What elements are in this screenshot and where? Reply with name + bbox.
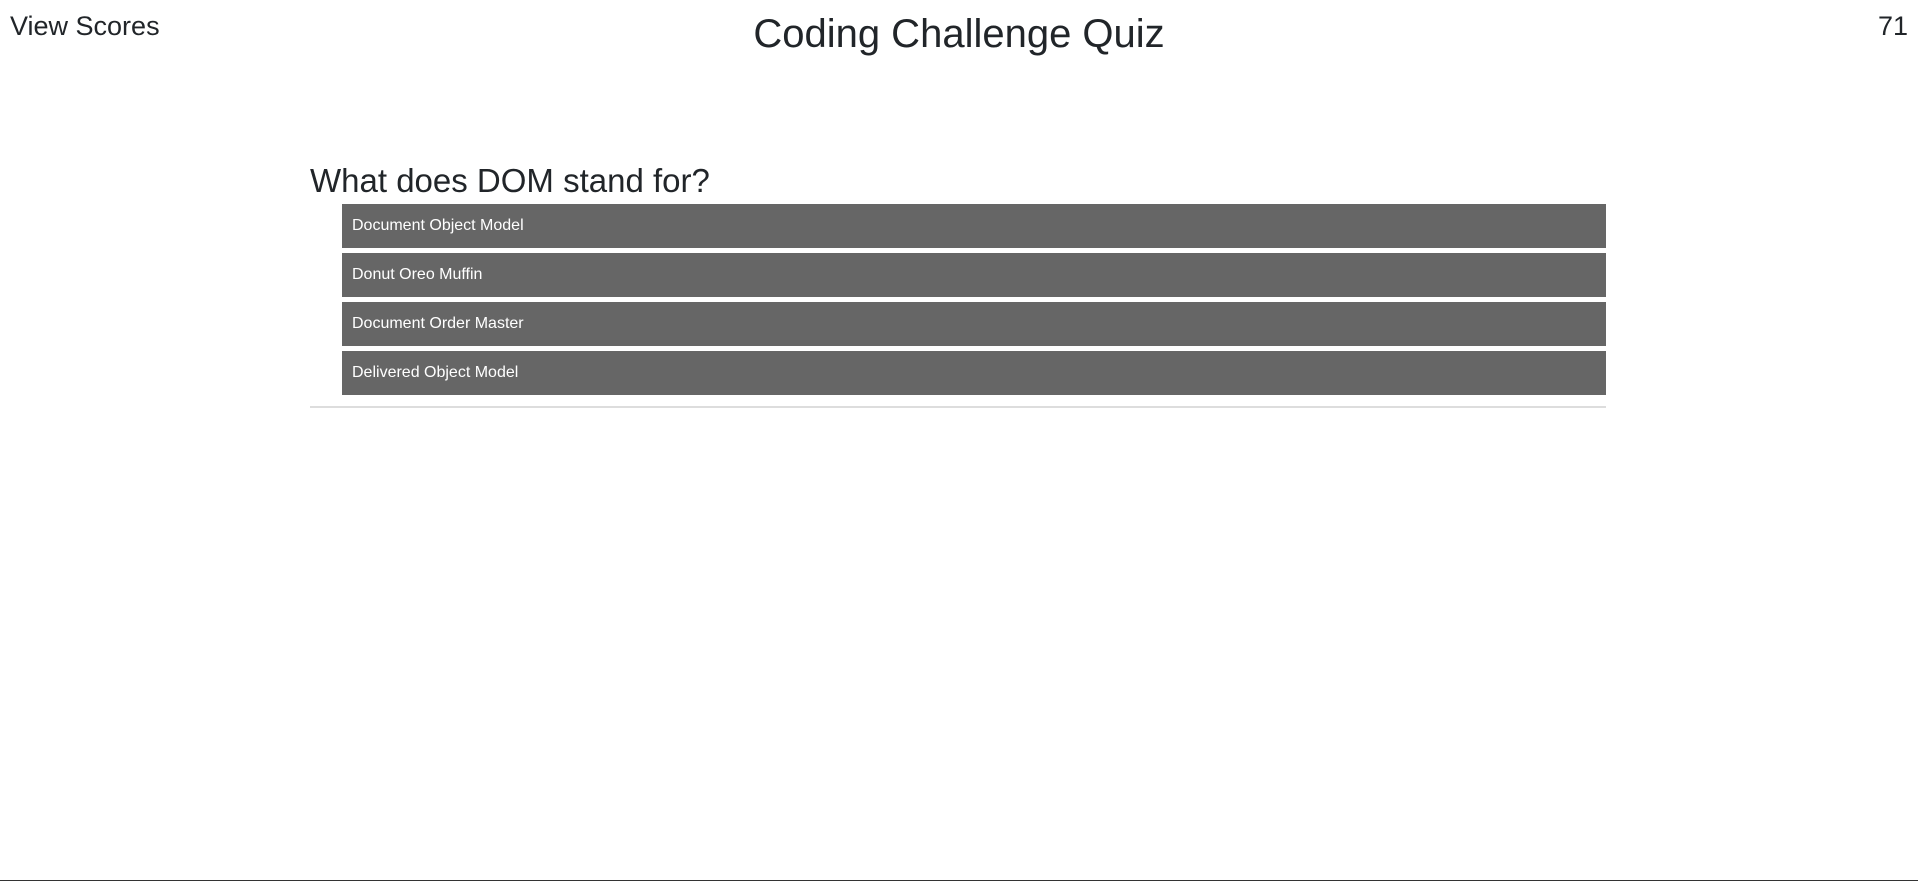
- question-text: What does DOM stand for?: [310, 162, 710, 199]
- answer-button[interactable]: Donut Oreo Muffin: [342, 253, 1606, 297]
- header: View Scores Coding Challenge Quiz 71: [0, 0, 1918, 70]
- answer-button[interactable]: Delivered Object Model: [342, 351, 1606, 395]
- answer-button[interactable]: Document Object Model: [342, 204, 1606, 248]
- divider: [310, 406, 1606, 408]
- answer-button[interactable]: Document Order Master: [342, 302, 1606, 346]
- answer-list: Document Object Model Donut Oreo Muffin …: [310, 204, 1606, 395]
- quiz-container: What does DOM stand for? Document Object…: [310, 158, 1606, 408]
- timer: 71: [1877, 11, 1908, 41]
- page-title: Coding Challenge Quiz: [753, 12, 1165, 56]
